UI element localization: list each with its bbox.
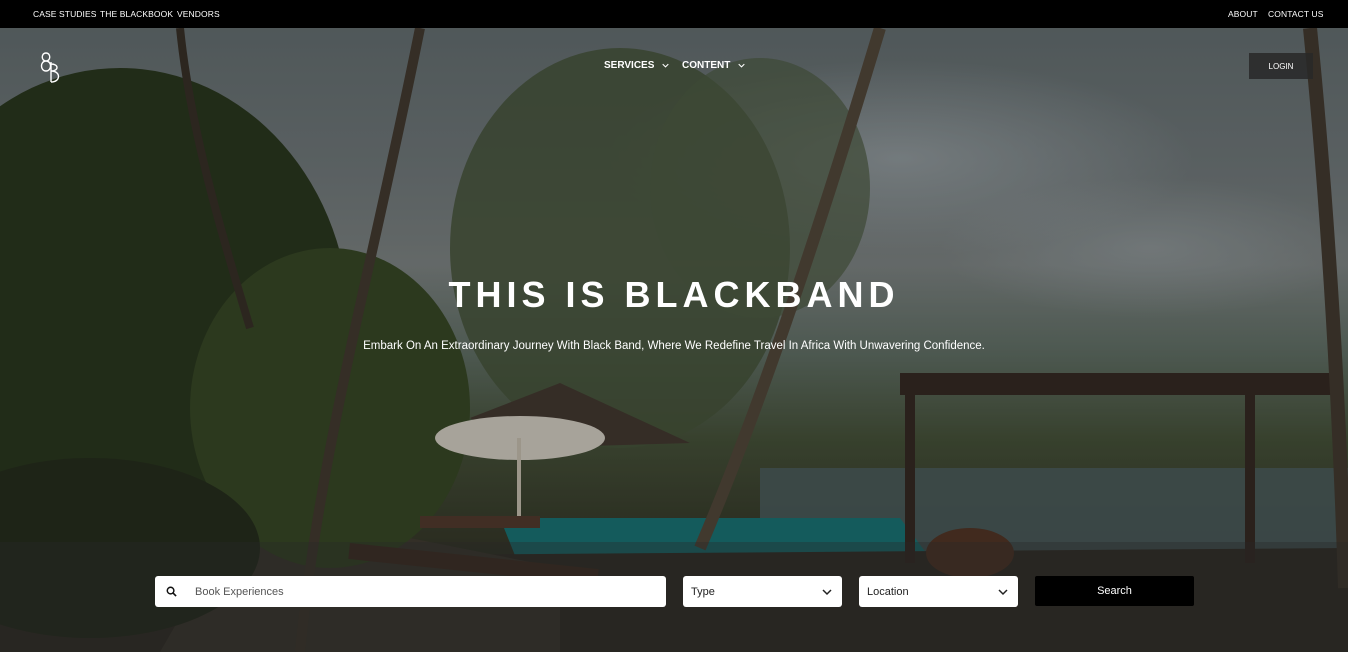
chevron-down-icon [822, 588, 832, 595]
location-select[interactable]: Location [859, 576, 1018, 607]
top-bar: CASE STUDIES THE BLACKBOOK VENDORS ABOUT… [0, 0, 1348, 28]
search-input[interactable] [193, 584, 637, 599]
bb-monogram-logo-icon[interactable] [38, 50, 66, 84]
experience-search-field[interactable] [155, 576, 666, 607]
nav-services-label: SERVICES [604, 60, 655, 71]
chevron-down-icon [662, 63, 670, 68]
nav-link-vendors[interactable]: VENDORS [177, 9, 220, 19]
search-icon [166, 586, 177, 597]
chevron-down-icon [738, 63, 746, 68]
nav-link-about[interactable]: ABOUT [1228, 9, 1258, 19]
hero-title: THIS IS BLACKBAND [448, 274, 900, 315]
nav-services[interactable]: SERVICES [604, 60, 670, 71]
chevron-down-icon [998, 588, 1008, 595]
hero-subtitle: Embark On An Extraordinary Journey With … [363, 340, 985, 352]
nav-link-contact-us[interactable]: CONTACT US [1268, 9, 1323, 19]
type-select[interactable]: Type [683, 576, 842, 607]
nav-link-case-studies[interactable]: CASE STUDIES [33, 9, 97, 19]
search-button[interactable]: Search [1035, 576, 1194, 606]
type-select-label: Type [691, 585, 715, 598]
hero-section: SERVICES CONTENT LOGIN THIS IS BLACKBAND… [0, 28, 1348, 652]
nav-link-the-blackbook[interactable]: THE BLACKBOOK [100, 9, 173, 19]
login-button[interactable]: LOGIN [1249, 53, 1313, 79]
location-select-label: Location [867, 585, 909, 598]
nav-content-label: CONTENT [682, 60, 731, 71]
nav-content[interactable]: CONTENT [682, 60, 746, 71]
